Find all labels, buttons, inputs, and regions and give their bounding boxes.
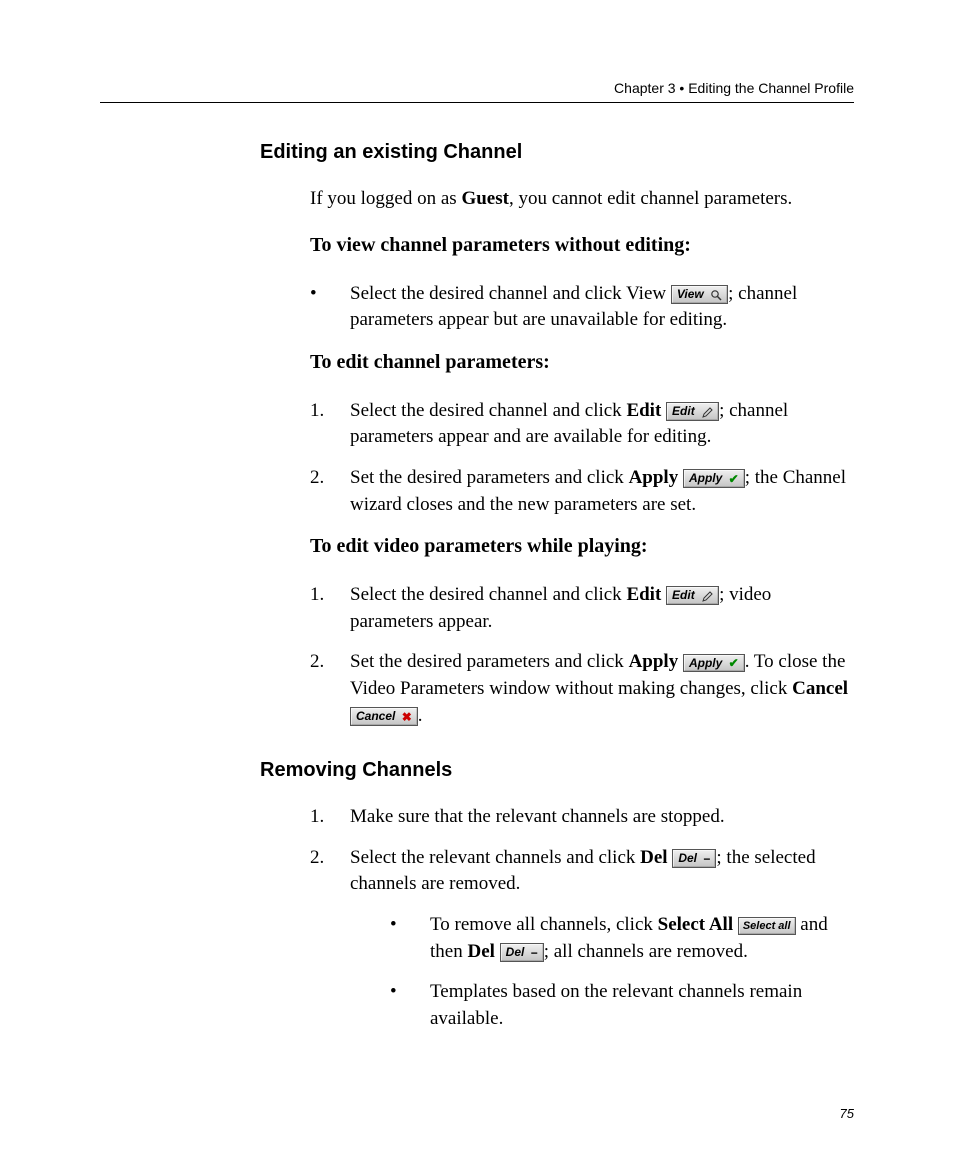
intro-paragraph: If you logged on as Guest, you cannot ed… (310, 186, 854, 213)
list-item: • Select the desired channel and click V… (310, 281, 854, 334)
header-separator: • (679, 80, 684, 96)
list-text: Make sure that the relevant channels are… (350, 804, 854, 831)
number-marker: 1. (310, 582, 350, 635)
header-title: Editing the Channel Profile (688, 80, 854, 96)
minus-icon: − (703, 852, 710, 866)
edit-button[interactable]: Edit (666, 586, 719, 605)
minus-icon: − (531, 946, 538, 960)
edit-button[interactable]: Edit (666, 402, 719, 421)
number-marker: 2. (310, 649, 350, 729)
list-item: 2. Set the desired parameters and click … (310, 649, 854, 729)
apply-button[interactable]: Apply ✔ (683, 654, 745, 673)
text-guest: Guest (461, 188, 509, 209)
select-all-button[interactable]: Select all (738, 917, 796, 935)
page-header: Chapter 3 • Editing the Channel Profile (100, 80, 854, 103)
checkmark-icon: ✔ (729, 472, 739, 486)
section-body: 1. Make sure that the relevant channels … (310, 804, 854, 1046)
heading-editing-existing-channel: Editing an existing Channel (260, 141, 854, 164)
list-item: • Templates based on the relevant channe… (390, 979, 854, 1032)
list-item: • To remove all channels, click Select A… (390, 912, 854, 965)
checkmark-icon: ✔ (729, 656, 739, 670)
subheading-edit-video: To edit video parameters while playing: (310, 532, 854, 560)
number-marker: 2. (310, 465, 350, 518)
list-item: 1. Select the desired channel and click … (310, 398, 854, 451)
list-item: 1. Make sure that the relevant channels … (310, 804, 854, 831)
cancel-button[interactable]: Cancel ✖ (350, 707, 418, 726)
list-text: Templates based on the relevant channels… (430, 979, 854, 1032)
bullet-marker: • (310, 281, 350, 334)
section-body: If you logged on as Guest, you cannot ed… (310, 186, 854, 729)
document-page: Chapter 3 • Editing the Channel Profile … (0, 0, 954, 1161)
number-marker: 1. (310, 804, 350, 831)
number-marker: 1. (310, 398, 350, 451)
del-button[interactable]: Del − (500, 943, 544, 962)
x-icon: ✖ (402, 710, 412, 724)
del-button[interactable]: Del − (672, 849, 716, 868)
bullet-marker: • (390, 912, 430, 965)
sub-list: • To remove all channels, click Select A… (390, 912, 854, 1032)
bullet-marker: • (390, 979, 430, 1032)
header-chapter: Chapter 3 (614, 80, 675, 96)
apply-button[interactable]: Apply ✔ (683, 469, 745, 488)
subheading-edit-parameters: To edit channel parameters: (310, 348, 854, 376)
pencil-icon (701, 405, 713, 419)
view-button[interactable]: View (671, 285, 728, 304)
subheading-view-parameters: To view channel parameters without editi… (310, 231, 854, 259)
list-item: 1. Select the desired channel and click … (310, 582, 854, 635)
page-number: 75 (100, 1106, 854, 1121)
magnifier-icon (710, 288, 722, 302)
list-item: 2. Select the relevant channels and clic… (310, 845, 854, 1047)
pencil-icon (701, 589, 713, 603)
list-item: 2. Set the desired parameters and click … (310, 465, 854, 518)
heading-removing-channels: Removing Channels (260, 759, 854, 782)
number-marker: 2. (310, 845, 350, 1047)
